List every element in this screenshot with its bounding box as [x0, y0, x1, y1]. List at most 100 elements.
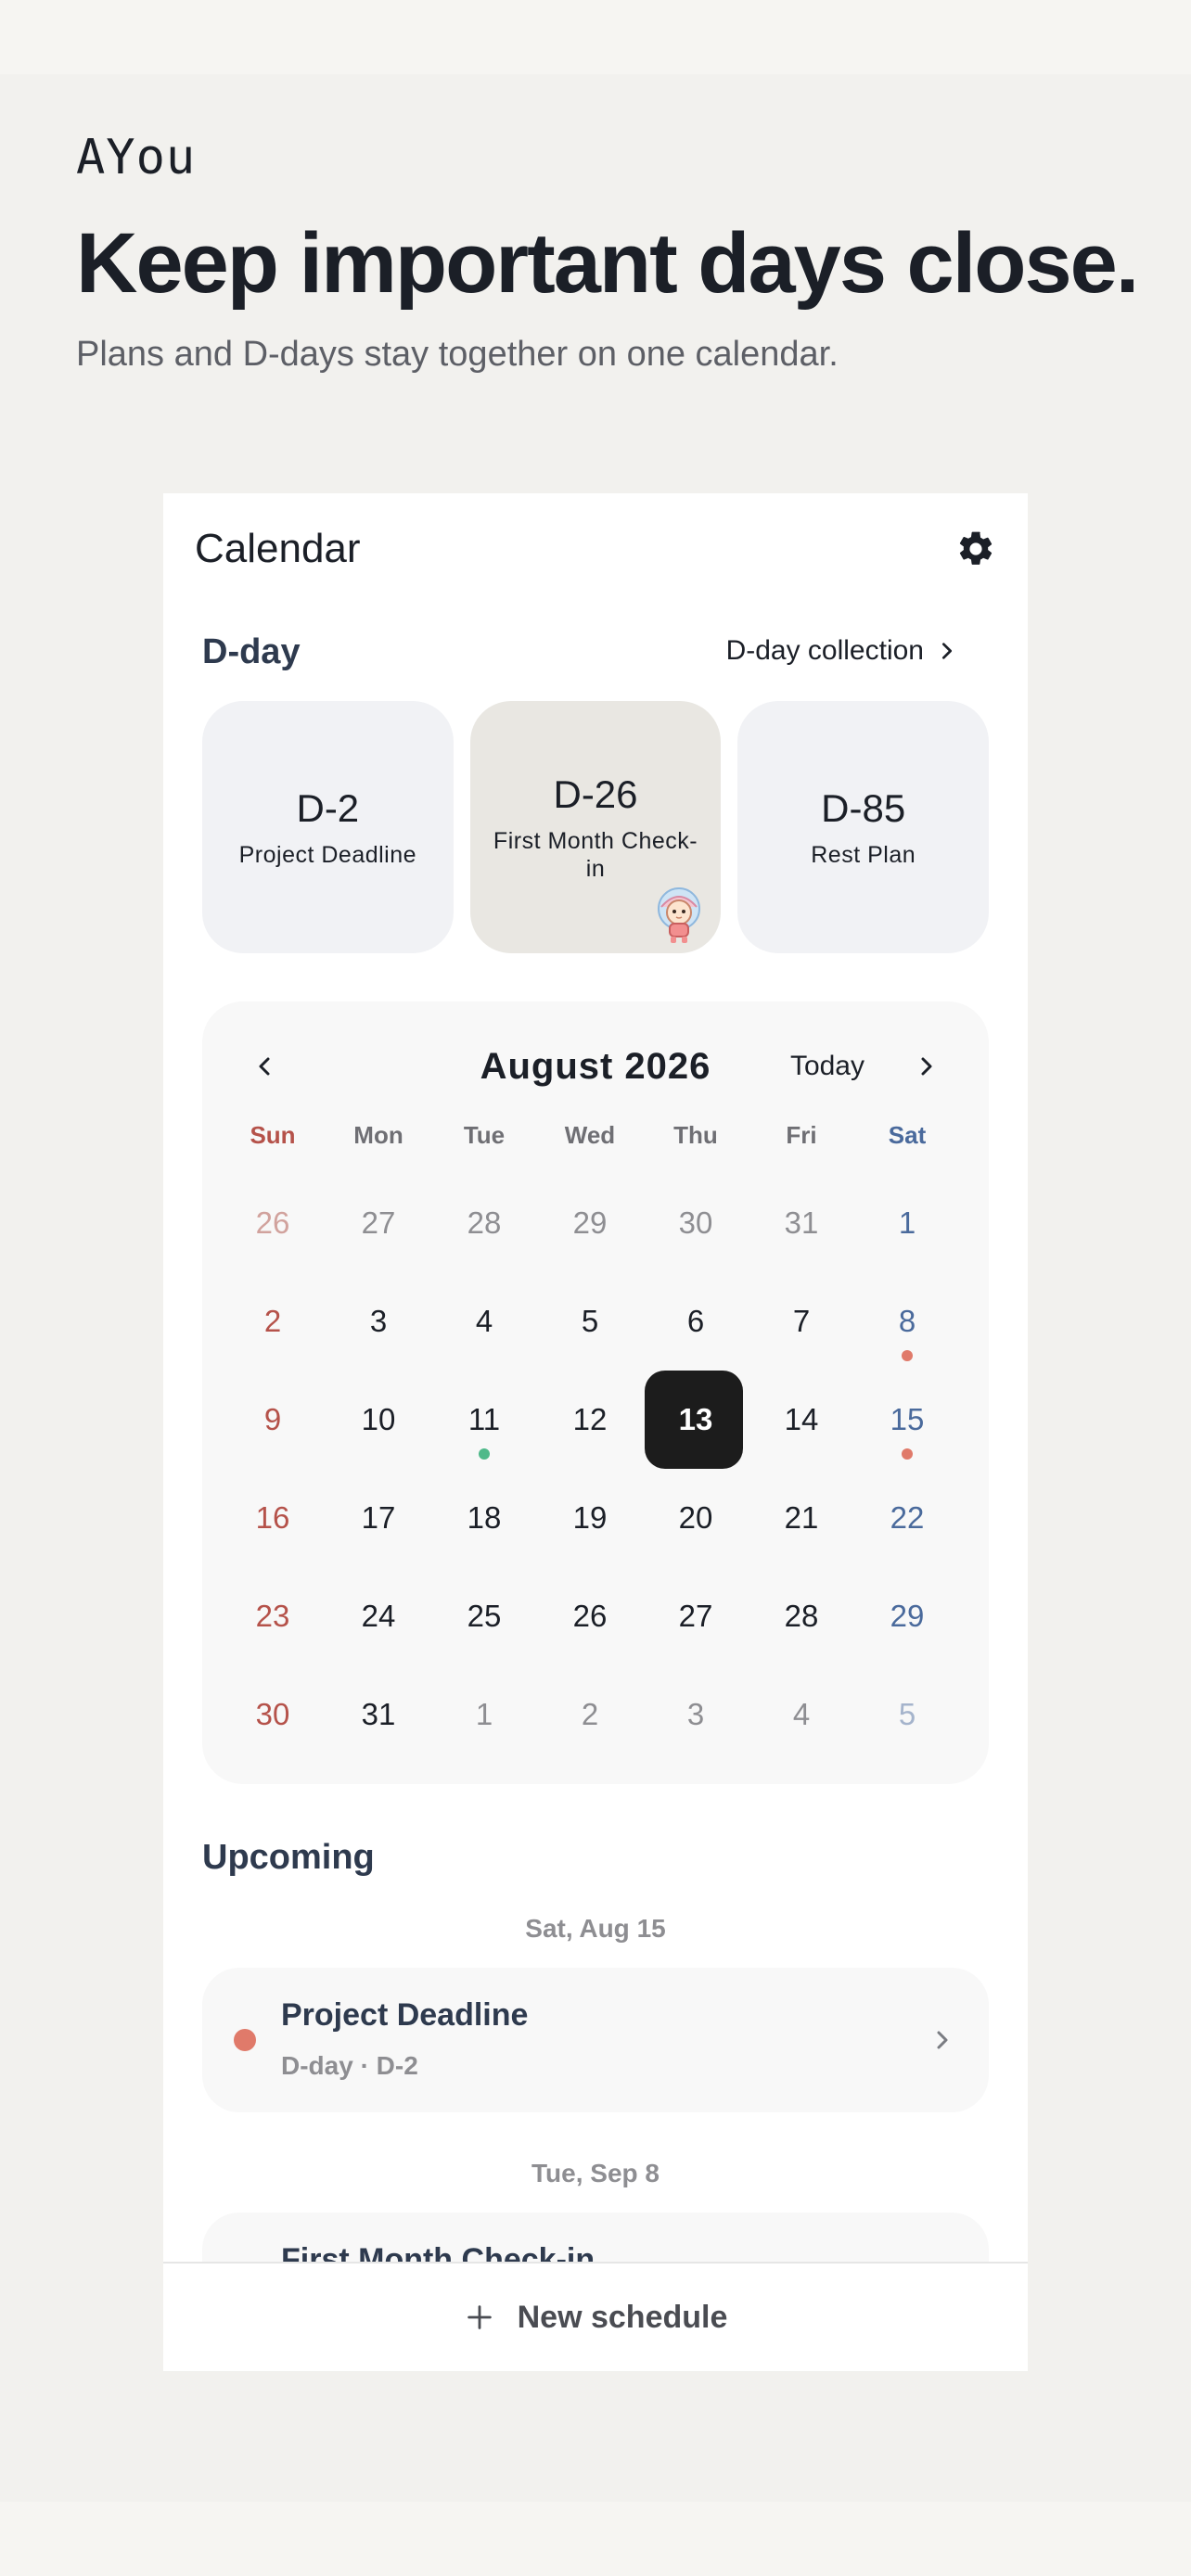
day-grid: 26 27 28 29 30 31 1 2 3 4 5 6 7 8 9 10 1…: [220, 1174, 971, 1764]
day-cell[interactable]: 29: [854, 1567, 960, 1665]
chevron-right-icon: [937, 2031, 948, 2049]
day-cell[interactable]: 1: [854, 1174, 960, 1272]
day-number: 28: [467, 1205, 502, 1240]
next-month-button[interactable]: [907, 1048, 944, 1085]
day-cell[interactable]: 15: [854, 1371, 960, 1469]
day-cell[interactable]: 8: [854, 1272, 960, 1371]
dday-count: D-85: [821, 786, 906, 830]
day-number: 1: [475, 1697, 493, 1731]
dday-name: Project Deadline: [238, 842, 417, 868]
app-header: Calendar: [163, 493, 1028, 605]
day-number: 4: [792, 1697, 811, 1731]
day-cell[interactable]: 14: [749, 1371, 854, 1469]
hero: AYou Keep important days close. Plans an…: [76, 130, 1143, 375]
weekday-label: Sat: [888, 1121, 927, 1149]
event-dot: [479, 1448, 490, 1460]
event-title: Project Deadline: [281, 1997, 529, 2033]
day-number: 30: [678, 1205, 713, 1240]
day-number: 9: [263, 1402, 282, 1436]
day-number: 29: [572, 1205, 608, 1240]
calendar-week: 30 31 1 2 3 4 5: [220, 1665, 971, 1764]
day-cell[interactable]: 12: [537, 1371, 643, 1469]
upcoming-event-card[interactable]: Project Deadline D-day · D-2: [202, 1968, 989, 2112]
day-number: 26: [255, 1205, 290, 1240]
day-cell[interactable]: 27: [643, 1567, 749, 1665]
day-cell[interactable]: 11: [431, 1371, 537, 1469]
new-schedule-button[interactable]: New schedule: [163, 2262, 1028, 2371]
day-number: 17: [361, 1500, 396, 1535]
dday-card[interactable]: D-2 Project Deadline: [202, 701, 454, 953]
day-cell-selected[interactable]: 13: [643, 1371, 749, 1469]
top-strip: [0, 0, 1191, 74]
day-number: 25: [467, 1599, 502, 1633]
day-number: 19: [572, 1500, 608, 1535]
day-cell[interactable]: 10: [326, 1371, 431, 1469]
weekday-label: Wed: [564, 1121, 616, 1149]
day-cell[interactable]: 4: [749, 1665, 854, 1764]
day-number: 27: [361, 1205, 396, 1240]
day-cell[interactable]: 31: [326, 1665, 431, 1764]
day-cell[interactable]: 2: [220, 1272, 326, 1371]
day-cell[interactable]: 6: [643, 1272, 749, 1371]
day-cell[interactable]: 25: [431, 1567, 537, 1665]
weekday-label: Sun: [250, 1121, 296, 1149]
day-cell[interactable]: 23: [220, 1567, 326, 1665]
day-cell[interactable]: 2: [537, 1665, 643, 1764]
day-cell[interactable]: 20: [643, 1469, 749, 1567]
day-cell[interactable]: 30: [643, 1174, 749, 1272]
weekday-label: Thu: [673, 1121, 718, 1149]
headline: Keep important days close.: [76, 216, 1139, 311]
dday-count: D-2: [296, 786, 360, 830]
day-cell[interactable]: 5: [854, 1665, 960, 1764]
weekday-label: Fri: [786, 1121, 817, 1149]
day-cell[interactable]: 27: [326, 1174, 431, 1272]
day-number: 24: [361, 1599, 396, 1633]
calendar-nav: August 2026 Today: [202, 1039, 989, 1094]
day-number: 31: [784, 1205, 819, 1240]
day-cell[interactable]: 24: [326, 1567, 431, 1665]
day-cell[interactable]: 17: [326, 1469, 431, 1567]
dday-card[interactable]: D-85 Rest Plan: [737, 701, 990, 953]
day-cell[interactable]: 5: [537, 1272, 643, 1371]
day-cell[interactable]: 22: [854, 1469, 960, 1567]
day-number: 22: [890, 1500, 925, 1535]
day-cell[interactable]: 4: [431, 1272, 537, 1371]
calendar-week: 2 3 4 5 6 7 8: [220, 1272, 971, 1371]
event-color-dot: [234, 2029, 256, 2051]
day-cell[interactable]: 3: [326, 1272, 431, 1371]
day-number: 4: [475, 1304, 493, 1338]
day-cell[interactable]: 18: [431, 1469, 537, 1567]
day-number: 13: [678, 1402, 713, 1436]
dday-card-selected[interactable]: D-26 First Month Check-in: [469, 701, 722, 953]
day-cell[interactable]: 31: [749, 1174, 854, 1272]
calendar-week: 23 24 25 26 27 28 29: [220, 1567, 971, 1665]
day-cell[interactable]: 26: [220, 1174, 326, 1272]
day-number: 28: [784, 1599, 819, 1633]
month-calendar: August 2026 Today Sun Mon Tue Wed Thu Fr…: [202, 1001, 989, 1784]
dday-collection-link[interactable]: D-day collection: [726, 635, 957, 667]
gear-icon[interactable]: [955, 529, 996, 569]
bottom-strip: [0, 2502, 1191, 2576]
day-cell[interactable]: 29: [537, 1174, 643, 1272]
calendar-week: 26 27 28 29 30 31 1: [220, 1174, 971, 1272]
day-cell[interactable]: 30: [220, 1665, 326, 1764]
plus-icon: [467, 2305, 492, 2329]
day-number: 29: [890, 1599, 925, 1633]
dday-collection-label: D-day collection: [725, 635, 924, 666]
dday-name: First Month Check-in: [493, 828, 698, 882]
day-cell[interactable]: 19: [537, 1469, 643, 1567]
day-cell[interactable]: 26: [537, 1567, 643, 1665]
day-cell[interactable]: 7: [749, 1272, 854, 1371]
day-number: 26: [572, 1599, 608, 1633]
day-cell[interactable]: 16: [220, 1469, 326, 1567]
day-cell[interactable]: 1: [431, 1665, 537, 1764]
day-cell[interactable]: 3: [643, 1665, 749, 1764]
today-button[interactable]: Today: [790, 1039, 864, 1094]
day-number: 3: [369, 1304, 388, 1338]
calendar-week: 16 17 18 19 20 21 22: [220, 1469, 971, 1567]
day-cell[interactable]: 28: [749, 1567, 854, 1665]
day-cell[interactable]: 21: [749, 1469, 854, 1567]
day-cell[interactable]: 28: [431, 1174, 537, 1272]
day-cell[interactable]: 9: [220, 1371, 326, 1469]
day-number: 7: [792, 1304, 811, 1338]
